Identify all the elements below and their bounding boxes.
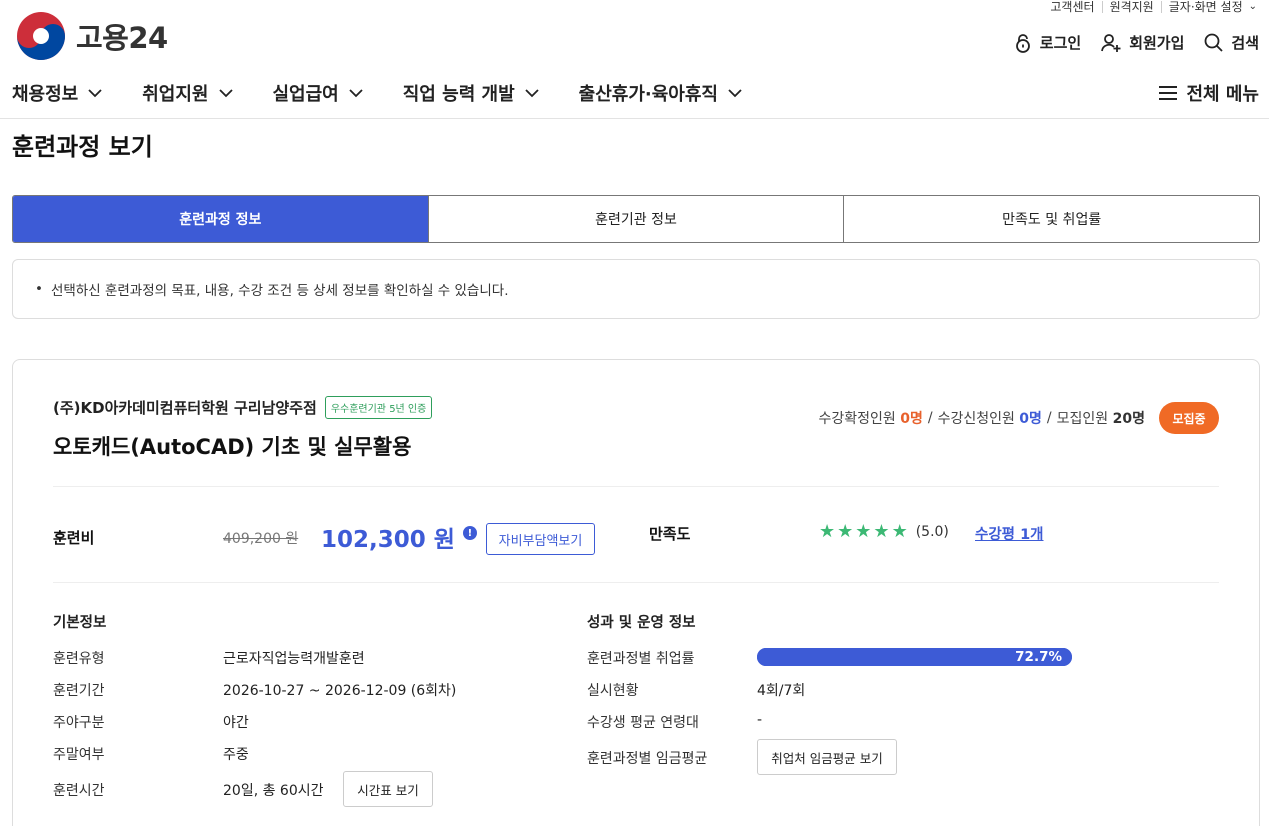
nav-item-employment-support[interactable]: 취업지원 bbox=[142, 80, 233, 106]
recruit-count: 20명 bbox=[1112, 411, 1145, 427]
signup-label: 회원가입 bbox=[1129, 34, 1185, 52]
employment-rate-bar: 72.7% bbox=[757, 648, 1072, 666]
row-value: 20일, 총 60시간 bbox=[223, 783, 324, 799]
row-value: - bbox=[757, 712, 763, 728]
row-label: 수강생 평균 연령대 bbox=[587, 715, 699, 731]
lock-icon bbox=[1015, 33, 1030, 53]
divider bbox=[53, 582, 1219, 583]
fee-label: 훈련비 bbox=[53, 529, 95, 547]
customer-center-link[interactable]: 고객센터 bbox=[1050, 0, 1094, 15]
chevron-down-icon bbox=[88, 88, 102, 97]
brand-name: 고용24 bbox=[76, 21, 168, 55]
row-value: 근로자직업능력개발훈련 bbox=[223, 651, 365, 667]
self-pay-button[interactable]: 자비부담액보기 bbox=[486, 523, 595, 555]
page-title: 훈련과정 보기 bbox=[12, 133, 153, 161]
main-nav: 채용정보 취업지원 실업급여 직업 능력 개발 출산휴가·육아휴직 bbox=[12, 80, 782, 106]
search-button[interactable]: 검색 bbox=[1204, 32, 1259, 53]
divider bbox=[53, 486, 1219, 487]
chevron-down-icon bbox=[218, 88, 233, 97]
star-icon: ★ bbox=[837, 521, 854, 542]
confirmed-count: 0명 bbox=[900, 411, 923, 427]
tab-course-info[interactable]: 훈련과정 정보 bbox=[13, 196, 429, 242]
status-badge: 모집중 bbox=[1159, 402, 1219, 434]
row-label: 훈련과정별 임금평균 bbox=[587, 751, 708, 767]
nav-item-parental-leave[interactable]: 출산휴가·육아휴직 bbox=[579, 80, 742, 106]
bullet: • bbox=[35, 281, 43, 297]
detail-tabs: 훈련과정 정보 훈련기관 정보 만족도 및 취업률 bbox=[12, 195, 1260, 243]
row-label: 훈련시간 bbox=[53, 783, 105, 799]
search-label: 검색 bbox=[1231, 34, 1259, 52]
cert-badge: 우수훈련기관 5년 인증 bbox=[324, 396, 433, 419]
course-title: 오토캐드(AutoCAD) 기초 및 실무활용 bbox=[53, 435, 412, 459]
all-menu-button[interactable]: 전체 메뉴 bbox=[1158, 80, 1259, 106]
chevron-down-icon bbox=[525, 88, 539, 97]
user-plus-icon bbox=[1101, 33, 1121, 52]
star-icon: ★ bbox=[819, 521, 836, 542]
star-icon: ★ bbox=[873, 521, 890, 542]
fee-price: 102,300 원 bbox=[321, 527, 455, 553]
nav-item-unemployment-benefits[interactable]: 실업급여 bbox=[273, 80, 363, 106]
row-label: 실시현황 bbox=[587, 683, 639, 699]
course-card: (주)KD아카데미컴퓨터학원 구리남양주점 우수훈련기관 5년 인증 오토캐드(… bbox=[12, 359, 1260, 826]
row-label: 주말여부 bbox=[53, 747, 105, 763]
taegeuk-logo-icon bbox=[17, 12, 65, 60]
row-label: 주야구분 bbox=[53, 715, 105, 731]
chevron-down-icon: ⌄ bbox=[1248, 1, 1257, 12]
display-settings-button[interactable]: 글자·화면 설정 bbox=[1169, 0, 1243, 15]
row-value: 2026-10-27 ~ 2026-12-09 (6회차) bbox=[223, 683, 457, 699]
fee-price-row: 102,300 원 ! bbox=[321, 520, 477, 554]
nav-item-skills-development[interactable]: 직업 능력 개발 bbox=[403, 80, 539, 106]
divider bbox=[1160, 0, 1162, 13]
row-label: 훈련유형 bbox=[53, 651, 105, 667]
login-button[interactable]: 로그인 bbox=[1014, 32, 1081, 53]
nav-divider bbox=[0, 118, 1269, 119]
chevron-down-icon bbox=[728, 88, 742, 97]
tab-satisfaction-employment[interactable]: 만족도 및 취업률 bbox=[844, 196, 1259, 242]
review-link[interactable]: 수강평 1개 bbox=[975, 523, 1044, 544]
chevron-down-icon bbox=[349, 88, 363, 97]
institution-row: (주)KD아카데미컴퓨터학원 구리남양주점 우수훈련기관 5년 인증 bbox=[53, 396, 433, 419]
wage-average-button[interactable]: 취업처 임금평균 보기 bbox=[757, 739, 897, 775]
performance-title: 성과 및 운영 정보 bbox=[587, 615, 696, 631]
timetable-button[interactable]: 시간표 보기 bbox=[343, 771, 433, 807]
row-label: 훈련과정별 취업률 bbox=[587, 651, 695, 667]
search-icon bbox=[1204, 33, 1224, 52]
star-icon: ★ bbox=[855, 521, 872, 542]
enrollment-counts: 수강확정인원 0명 / 수강신청인원 0명 / 모집인원 20명 bbox=[818, 410, 1145, 427]
signup-button[interactable]: 회원가입 bbox=[1101, 32, 1184, 53]
star-rating: ★ ★ ★ ★ ★ (5.0) bbox=[819, 521, 949, 542]
employment-rate-value: 72.7% bbox=[1015, 649, 1062, 665]
satisfaction-label: 만족도 bbox=[649, 525, 691, 543]
row-value: 야간 bbox=[223, 715, 249, 731]
hamburger-icon bbox=[1159, 86, 1178, 100]
login-label: 로그인 bbox=[1039, 34, 1082, 52]
row-value: 주중 bbox=[223, 747, 249, 763]
institution-name[interactable]: (주)KD아카데미컴퓨터학원 구리남양주점 bbox=[53, 397, 317, 418]
star-icon: ★ bbox=[891, 521, 908, 542]
header-actions: 로그인 회원가입 검색 bbox=[994, 32, 1259, 53]
divider bbox=[1101, 0, 1103, 13]
logo[interactable]: 고용24 bbox=[16, 11, 168, 61]
tab-institution-info[interactable]: 훈련기관 정보 bbox=[428, 196, 845, 242]
info-icon[interactable]: ! bbox=[462, 526, 477, 540]
row-label: 훈련기간 bbox=[53, 683, 105, 699]
satisfaction-score: (5.0) bbox=[915, 523, 949, 540]
remote-support-link[interactable]: 원격지원 bbox=[1110, 0, 1154, 15]
utility-bar: 고객센터 원격지원 글자·화면 설정 ⌄ bbox=[1050, 0, 1257, 15]
row-value: 4회/7회 bbox=[757, 683, 806, 699]
info-notice: • 선택하신 훈련과정의 목표, 내용, 수강 조건 등 상세 정보를 확인하실… bbox=[12, 259, 1260, 319]
notice-text: 선택하신 훈련과정의 목표, 내용, 수강 조건 등 상세 정보를 확인하실 수… bbox=[50, 283, 509, 299]
applied-count: 0명 bbox=[1019, 411, 1042, 427]
fee-original: 409,200 원 bbox=[223, 531, 299, 547]
nav-item-jobs[interactable]: 채용정보 bbox=[12, 80, 102, 106]
basic-info-title: 기본정보 bbox=[53, 615, 107, 631]
